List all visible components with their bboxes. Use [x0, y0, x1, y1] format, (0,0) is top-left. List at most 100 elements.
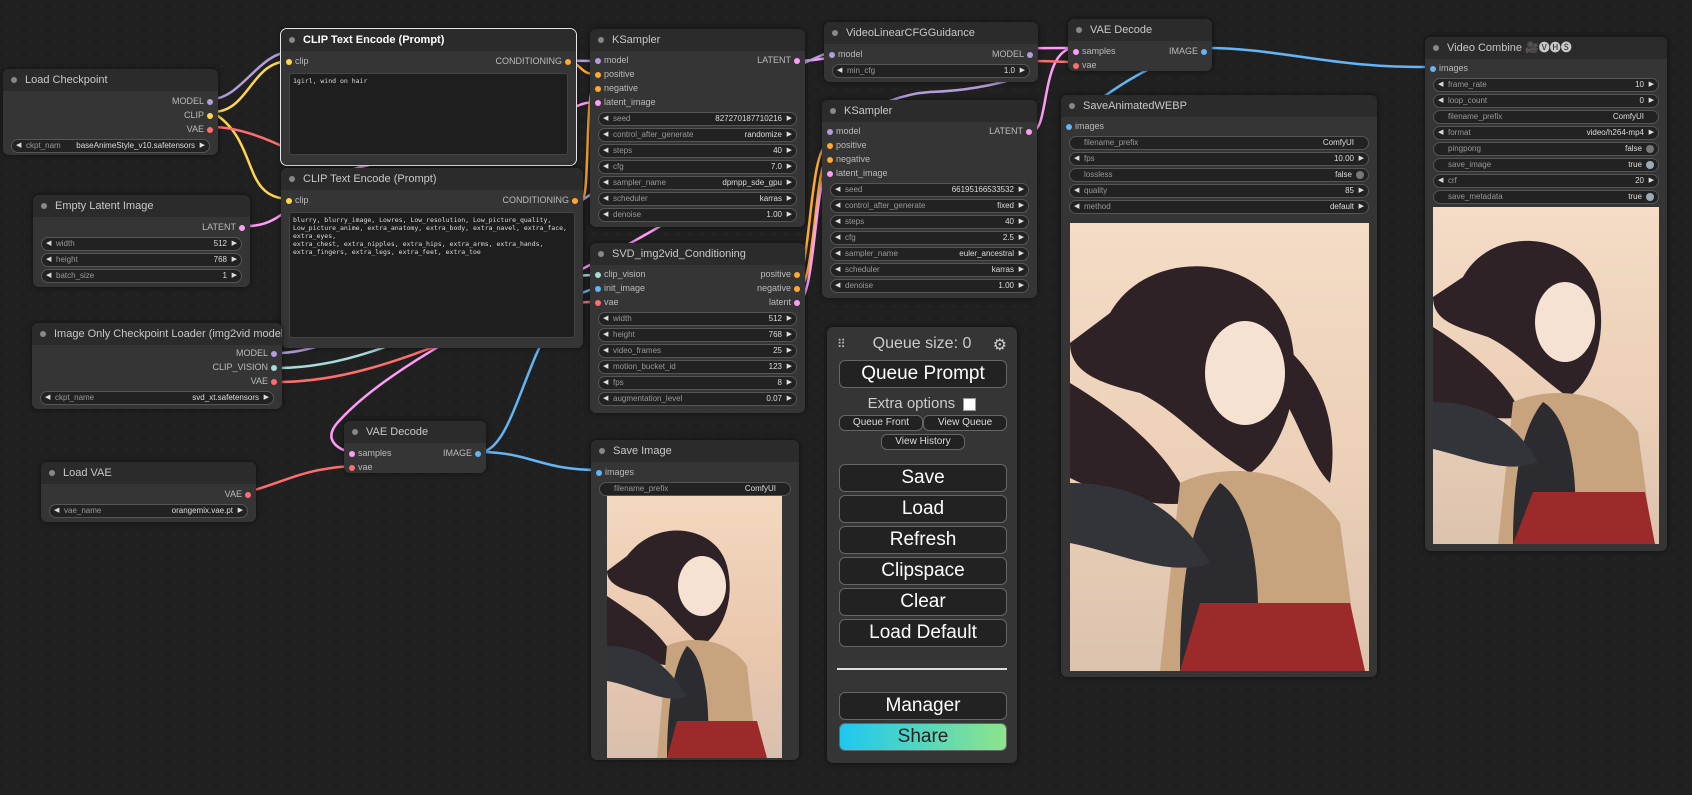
node-title[interactable]: Video Combine 🎥🅥🅗🅢: [1425, 37, 1667, 59]
toggle-on-icon[interactable]: [1646, 193, 1654, 201]
node-title[interactable]: CLIP Text Encode (Prompt): [281, 29, 576, 51]
arrow-right-icon[interactable]: ▶: [787, 329, 792, 341]
socket-icon[interactable]: [827, 143, 833, 149]
input-clip[interactable]: clip CONDITIONING: [281, 194, 583, 208]
min-cfg-widget[interactable]: ◀ min_cfg 1.0 ▶: [832, 64, 1030, 78]
gear-icon[interactable]: ⚙: [993, 335, 1007, 355]
collapse-dot-icon[interactable]: [289, 37, 295, 43]
prompt-textarea[interactable]: 1girl, wind on hair: [289, 73, 568, 155]
video-frames-widget[interactable]: ◀ video_frames 25 ▶: [598, 344, 797, 358]
arrow-right-icon[interactable]: ▶: [1359, 185, 1364, 197]
input-latent-image[interactable]: latent_image: [822, 167, 1037, 181]
arrow-left-icon[interactable]: ◀: [835, 264, 840, 276]
input-negative[interactable]: negative: [822, 153, 1037, 167]
output-model[interactable]: MODEL: [32, 347, 282, 361]
node-title[interactable]: SaveAnimatedWEBP: [1061, 95, 1377, 117]
socket-icon[interactable]: [595, 286, 601, 292]
arrow-left-icon[interactable]: ◀: [1438, 127, 1443, 139]
arrow-left-icon[interactable]: ◀: [835, 200, 840, 212]
queue-prompt-button[interactable]: Queue Prompt: [839, 360, 1007, 388]
collapse-dot-icon[interactable]: [1433, 45, 1439, 51]
loop-count-widget[interactable]: ◀ loop_count 0 ▶: [1433, 94, 1659, 108]
arrow-right-icon[interactable]: ▶: [787, 209, 792, 221]
arrow-right-icon[interactable]: ▶: [1020, 65, 1025, 77]
height-number-widget[interactable]: ◀ height 768 ▶: [41, 253, 242, 267]
arrow-left-icon[interactable]: ◀: [46, 254, 51, 266]
arrow-left-icon[interactable]: ◀: [603, 345, 608, 357]
arrow-left-icon[interactable]: ◀: [603, 129, 608, 141]
node-video-combine[interactable]: Video Combine 🎥🅥🅗🅢 images ◀ frame_rate 10 ▶…: [1425, 37, 1667, 551]
lossless-toggle[interactable]: lossless false: [1069, 168, 1369, 182]
steps-widget[interactable]: ◀ steps 40 ▶: [598, 144, 797, 158]
socket-icon[interactable]: [475, 451, 481, 457]
arrow-left-icon[interactable]: ◀: [603, 177, 608, 189]
collapse-dot-icon[interactable]: [49, 470, 55, 476]
denoise-widget[interactable]: ◀ denoise 1.00 ▶: [830, 279, 1029, 293]
arrow-right-icon[interactable]: ▶: [787, 377, 792, 389]
node-title[interactable]: Load Checkpoint: [3, 69, 218, 91]
arrow-left-icon[interactable]: ◀: [1438, 79, 1443, 91]
socket-icon[interactable]: [271, 365, 277, 371]
node-svd-img2vid-conditioning[interactable]: SVD_img2vid_Conditioning clip_vision posi…: [590, 243, 805, 413]
arrow-right-icon[interactable]: ▶: [1019, 264, 1024, 276]
clear-button[interactable]: Clear: [839, 588, 1007, 616]
sampler-name-widget[interactable]: ◀ sampler_name euler_ancestral ▶: [830, 247, 1029, 261]
socket-icon[interactable]: [239, 225, 245, 231]
cfg-widget[interactable]: ◀ cfg 2.5 ▶: [830, 231, 1029, 245]
arrow-left-icon[interactable]: ◀: [603, 193, 608, 205]
node-title[interactable]: KSampler: [590, 29, 805, 51]
input-model[interactable]: model MODEL: [824, 48, 1038, 62]
method-widget[interactable]: ◀ method default ▶: [1069, 200, 1369, 214]
arrow-right-icon[interactable]: ▶: [787, 113, 792, 125]
prompt-textarea[interactable]: blurry, blurry_image, Lowres, Low_resolu…: [289, 212, 575, 338]
output-model[interactable]: MODEL: [3, 95, 218, 109]
arrow-right-icon[interactable]: ▶: [264, 392, 269, 404]
input-latent-image[interactable]: latent_image: [590, 96, 805, 110]
augmentation-level-widget[interactable]: ◀ augmentation_level 0.07 ▶: [598, 392, 797, 406]
arrow-left-icon[interactable]: ◀: [835, 232, 840, 244]
save-button[interactable]: Save: [839, 464, 1007, 492]
socket-icon[interactable]: [245, 492, 251, 498]
view-history-button[interactable]: View History: [881, 434, 965, 450]
width-widget[interactable]: ◀ width 512 ▶: [598, 312, 797, 326]
node-clip-text-encode-positive[interactable]: CLIP Text Encode (Prompt) clip CONDITIONI…: [280, 28, 577, 166]
socket-icon[interactable]: [595, 300, 601, 306]
socket-icon[interactable]: [286, 59, 292, 65]
input-vae[interactable]: vae latent: [590, 296, 805, 310]
output-vae[interactable]: VAE: [41, 488, 256, 502]
motion-bucket-id-widget[interactable]: ◀ motion_bucket_id 123 ▶: [598, 360, 797, 374]
node-title[interactable]: SVD_img2vid_Conditioning: [590, 243, 805, 265]
input-init-image[interactable]: init_image negative: [590, 282, 805, 296]
share-button[interactable]: Share: [839, 723, 1007, 751]
input-images[interactable]: images: [1061, 120, 1377, 134]
socket-icon[interactable]: [1430, 66, 1436, 72]
node-save-image[interactable]: Save Image images filename_prefix ComfyUI: [591, 440, 799, 760]
filename-prefix-widget[interactable]: filename_prefix ComfyUI: [599, 482, 791, 496]
arrow-left-icon[interactable]: ◀: [603, 377, 608, 389]
steps-widget[interactable]: ◀ steps 40 ▶: [830, 215, 1029, 229]
socket-icon[interactable]: [829, 52, 835, 58]
arrow-left-icon[interactable]: ◀: [835, 216, 840, 228]
batch-size-number-widget[interactable]: ◀ batch_size 1 ▶: [41, 269, 242, 283]
socket-icon[interactable]: [207, 99, 213, 105]
socket-icon[interactable]: [1073, 63, 1079, 69]
arrow-right-icon[interactable]: ▶: [787, 145, 792, 157]
socket-icon[interactable]: [271, 379, 277, 385]
collapse-dot-icon[interactable]: [41, 203, 47, 209]
arrow-left-icon[interactable]: ◀: [1074, 201, 1079, 213]
node-vae-decode-2[interactable]: VAE Decode samples IMAGE vae: [1068, 19, 1212, 71]
arrow-right-icon[interactable]: ▶: [787, 313, 792, 325]
socket-icon[interactable]: [349, 465, 355, 471]
node-ksampler-2[interactable]: KSampler model LATENT positive negative l…: [822, 100, 1037, 298]
arrow-right-icon[interactable]: ▶: [1019, 232, 1024, 244]
load-button[interactable]: Load: [839, 495, 1007, 523]
output-vae[interactable]: VAE: [32, 375, 282, 389]
input-positive[interactable]: positive: [590, 68, 805, 82]
arrow-right-icon[interactable]: ▶: [1649, 127, 1654, 139]
arrow-left-icon[interactable]: ◀: [603, 161, 608, 173]
arrow-right-icon[interactable]: ▶: [787, 177, 792, 189]
input-model[interactable]: model LATENT: [822, 125, 1037, 139]
arrow-left-icon[interactable]: ◀: [835, 280, 840, 292]
collapse-dot-icon[interactable]: [598, 37, 604, 43]
generated-image-preview[interactable]: [607, 496, 782, 758]
